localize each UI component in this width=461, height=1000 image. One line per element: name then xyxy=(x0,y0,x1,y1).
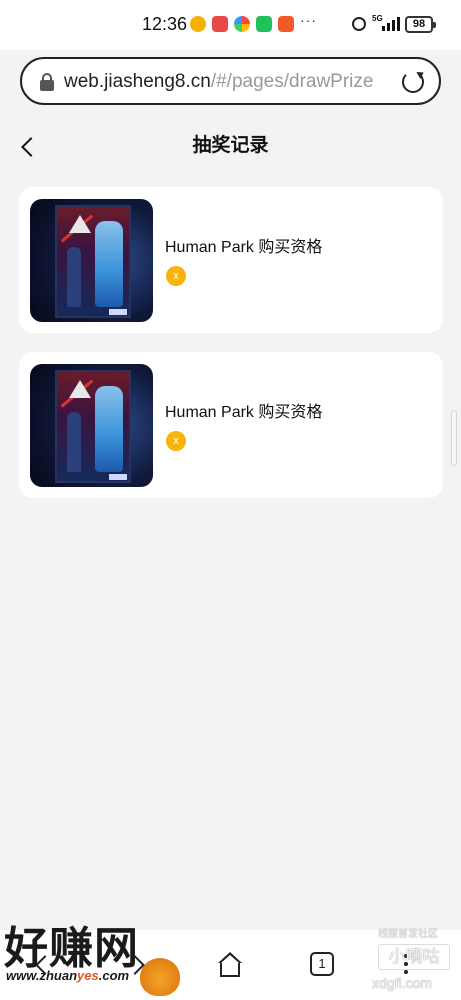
page-title: 抽奖记录 xyxy=(192,135,269,156)
status-bar: 12:36 ··· 5G 98 xyxy=(0,0,461,50)
watermark-url-a: www.zhuan xyxy=(6,968,78,983)
url-text[interactable]: web.jiasheng8.cn/#/pages/drawPrize xyxy=(64,71,386,93)
prize-record-card[interactable]: Human Park 购买资格 x xyxy=(19,187,443,333)
watermark-mascot-icon xyxy=(140,958,180,996)
product-image xyxy=(30,199,153,322)
home-icon[interactable] xyxy=(217,952,243,978)
weibo-icon xyxy=(190,16,206,32)
colorful-app-icon xyxy=(234,16,250,32)
page-header: 抽奖记录 xyxy=(0,114,461,170)
address-bar[interactable]: web.jiasheng8.cn/#/pages/drawPrize xyxy=(20,57,441,105)
status-time: 12:36 xyxy=(142,14,188,34)
watermark-slogan: 线报首发社区 xyxy=(378,929,438,940)
prize-record-card[interactable]: Human Park 购买资格 x xyxy=(19,352,443,498)
watermark-domain: xdgfl.com xyxy=(372,975,432,991)
tabs-icon[interactable]: 1 xyxy=(310,952,334,976)
watermark-url: www.zhuanyes.com xyxy=(6,968,129,983)
watermark-logo: 好赚网 xyxy=(4,923,139,974)
alarm-icon xyxy=(352,17,366,31)
battery-indicator: 98 xyxy=(405,16,436,33)
gift-icon xyxy=(278,16,294,32)
lock-icon[interactable] xyxy=(40,73,54,91)
record-title: Human Park 购买资格 xyxy=(165,239,323,256)
signal-icon xyxy=(382,17,400,31)
more-notifications-icon: ··· xyxy=(300,12,317,28)
watermark-brand: 小嘀咕 xyxy=(378,944,450,970)
watermark-url-b: yes xyxy=(77,968,99,983)
product-image xyxy=(30,364,153,487)
status-badge: x xyxy=(166,431,186,451)
url-path: /#/pages/drawPrize xyxy=(210,71,374,92)
watermark-url-c: .com xyxy=(98,968,130,983)
reload-icon[interactable] xyxy=(402,71,424,93)
app-notification-icon xyxy=(212,16,228,32)
status-badge: x xyxy=(166,266,186,286)
wechat-icon xyxy=(256,16,272,32)
notification-icons xyxy=(190,16,294,32)
scrollbar[interactable] xyxy=(451,410,457,466)
url-host: web.jiasheng8.cn xyxy=(64,71,211,92)
record-title: Human Park 购买资格 xyxy=(165,404,323,421)
